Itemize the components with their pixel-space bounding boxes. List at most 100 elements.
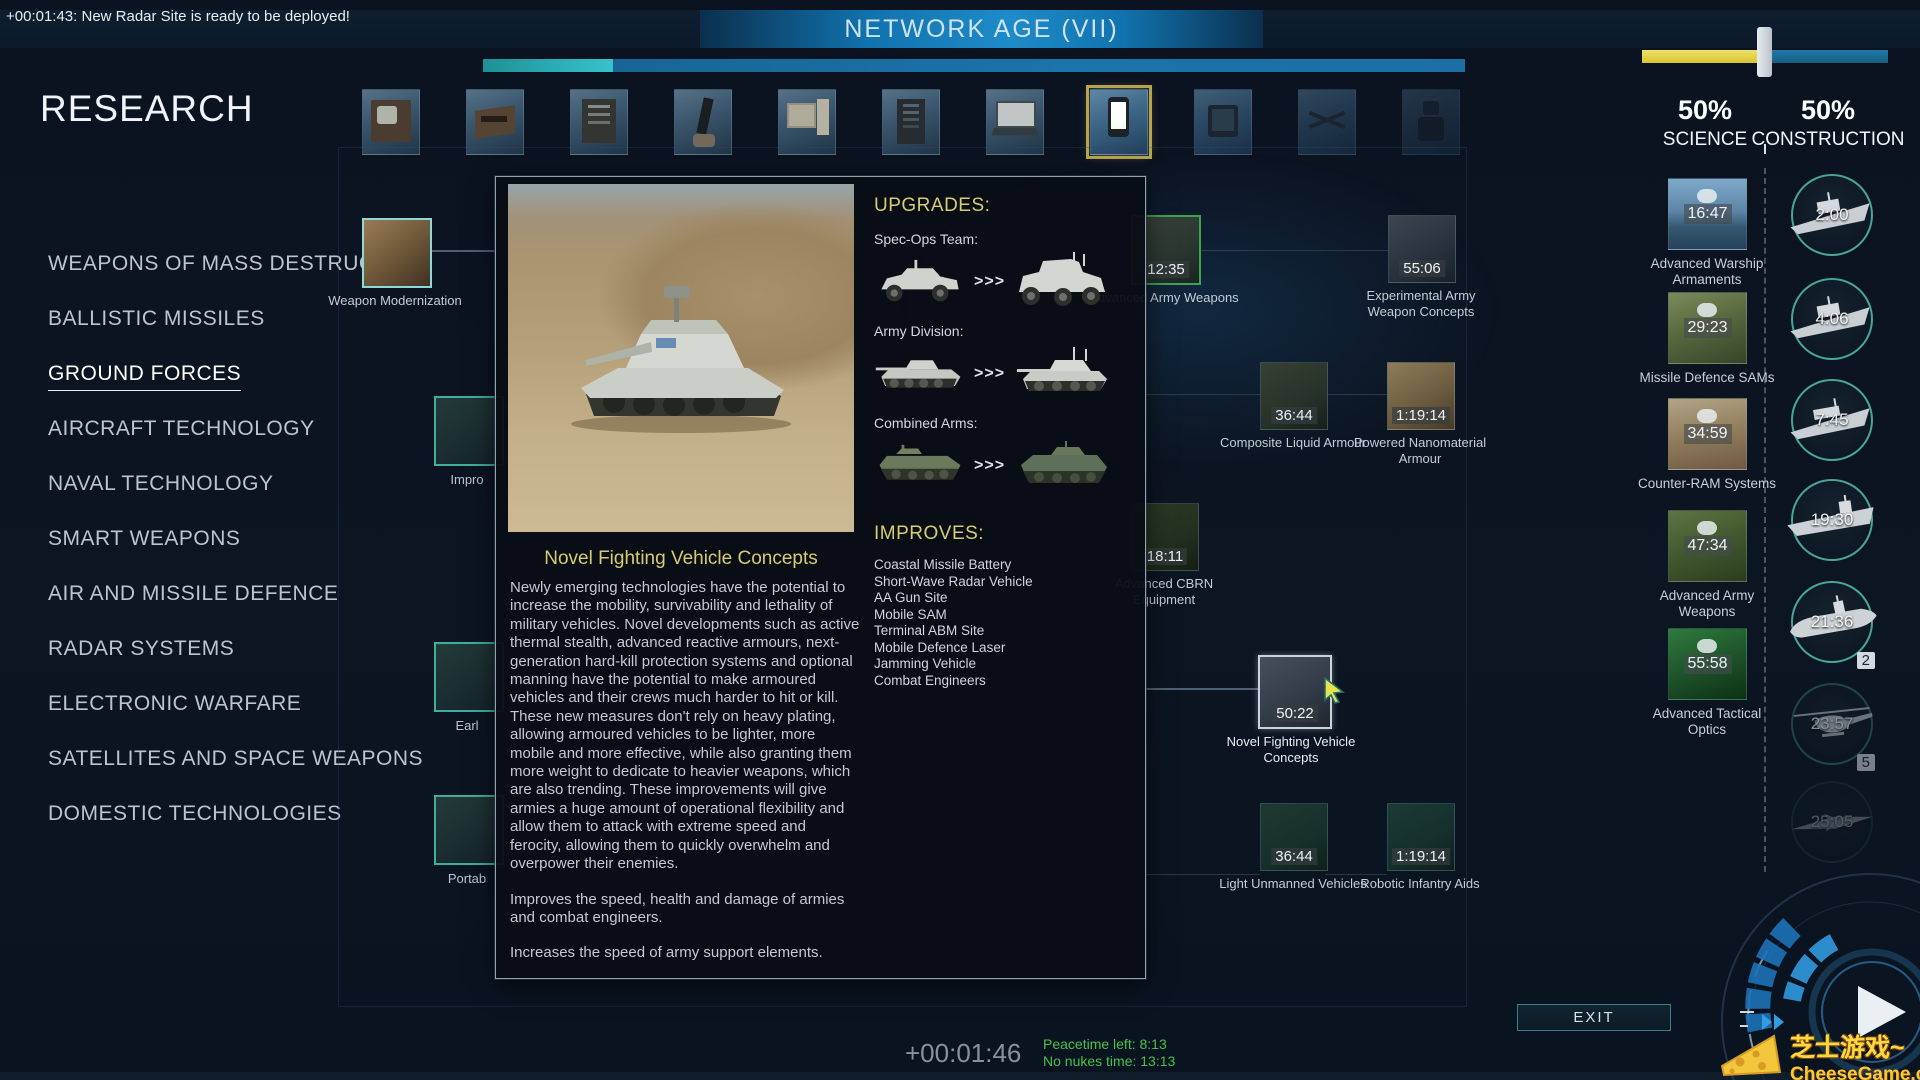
age-icon-robot[interactable] (1402, 89, 1460, 155)
humvee-icon (874, 254, 966, 310)
research-queue-item[interactable]: 55:58 Advanced Tactical Optics (1668, 628, 1745, 738)
upgrade-row-spec-ops: >>> (874, 251, 1132, 313)
tech-node-image (362, 218, 432, 288)
queue-item-image: 16:47 (1668, 178, 1747, 250)
queue-item-image: 47:34 (1668, 510, 1747, 582)
tech-node-time: 55:06 (1399, 260, 1445, 277)
queue-item-label: Advanced Tactical Optics (1622, 706, 1792, 738)
upgrade-row-label: Combined Arms: (874, 415, 1132, 431)
construction-count-badge: 5 (1857, 754, 1875, 771)
watermark-cn: 芝士游戏~ (1790, 1028, 1920, 1064)
queue-item-image: 55:58 (1668, 628, 1747, 700)
connector (430, 250, 495, 252)
queue-item-time: 29:23 (1683, 318, 1731, 338)
age-icon-tv[interactable] (362, 89, 420, 155)
construction-label: CONSTRUCTION (1748, 129, 1908, 151)
peacetime-left: Peacetime left: 8:13 (1043, 1036, 1175, 1053)
construction-time: 4:06 (1815, 309, 1848, 329)
tech-node-label: Portab (434, 871, 500, 886)
armored-truck-icon (1013, 252, 1113, 312)
research-screen: NETWORK AGE (VII) +00:01:43: New Radar S… (0, 0, 1920, 1080)
connector (1144, 688, 1258, 690)
improves-item: Jamming Vehicle (874, 656, 1132, 673)
advanced-ifv-icon (1013, 439, 1113, 493)
research-queue-item[interactable]: 34:59 Counter-RAM Systems (1668, 398, 1745, 492)
construction-count-badge: 2 (1857, 652, 1875, 669)
age-title: NETWORK AGE (VII) (844, 15, 1118, 44)
science-slider-track[interactable] (1642, 50, 1762, 63)
construction-slot-helicopter[interactable]: 23:57 5 (1791, 683, 1873, 765)
tech-node-time: 12:35 (1143, 261, 1189, 278)
tech-node-partial[interactable]: Earl (434, 642, 500, 733)
tech-node-image: 1:19:14 (1387, 362, 1455, 430)
queue-item-image: 29:23 (1668, 292, 1747, 364)
tech-node-image (434, 795, 504, 865)
research-queue-item[interactable]: 29:23 Missile Defence SAMs (1668, 292, 1745, 386)
tech-node-label: Concepts (1211, 750, 1371, 766)
tech-node-experimental-army-weapon-concepts[interactable]: 55:06 Experimental Army Weapon Concepts (1388, 215, 1454, 319)
tech-node-robotic-infantry-aids[interactable]: 1:19:14 Robotic Infantry Aids (1387, 803, 1453, 892)
tech-node-partial[interactable]: Impro (434, 396, 500, 487)
queue-item-detail (1697, 409, 1717, 423)
improves-item: Coastal Missile Battery (874, 557, 1132, 574)
tech-node-image: 55:06 (1388, 215, 1456, 283)
tank-icon (874, 349, 966, 399)
age-icon-radio-rack[interactable] (570, 89, 628, 155)
age-icon-smartphone-current[interactable] (1090, 89, 1148, 155)
construction-slot-destroyer[interactable]: 4:06 (1791, 278, 1873, 360)
construction-time: 7:45 (1815, 410, 1848, 430)
page-title: RESEARCH (40, 88, 254, 130)
age-icon-tape-recorder[interactable] (466, 89, 524, 155)
age-icon-desktop-pc[interactable] (778, 89, 836, 155)
queue-item-time: 34:59 (1683, 424, 1731, 444)
tech-tooltip-panel: Novel Fighting Vehicle Concepts Newly em… (495, 176, 1146, 979)
queue-item-time: 47:34 (1683, 536, 1731, 556)
queue-item-time: 16:47 (1683, 204, 1731, 224)
age-progress-bar (483, 59, 1465, 72)
tech-node-time: 36:44 (1271, 407, 1317, 424)
tech-node-label: Impro (434, 472, 500, 487)
age-icon-tablet[interactable] (1194, 89, 1252, 155)
tooltip-description: Newly emerging technologies have the pot… (510, 579, 860, 980)
no-nukes-time: No nukes time: 13:13 (1043, 1053, 1175, 1070)
tech-node-image: 50:22 (1258, 655, 1332, 729)
research-queue-item[interactable]: 47:34 Advanced Army Weapons (1668, 510, 1745, 620)
upgrade-arrow: >>> (974, 365, 1005, 383)
tech-node-weapon-modernization[interactable]: Weapon Modernization (362, 218, 428, 309)
improves-header: IMPROVES: (874, 523, 1132, 545)
age-icon-server[interactable] (882, 89, 940, 155)
improves-item: Combat Engineers (874, 673, 1132, 690)
upgrade-row-army-division: >>> (874, 343, 1132, 405)
construction-slot-carrier[interactable]: 19:30 (1791, 479, 1873, 561)
cheese-icon (1718, 1028, 1784, 1078)
construction-slot-destroyer[interactable]: 7:45 (1791, 379, 1873, 461)
construction-slot-destroyer[interactable]: 2:00 (1791, 174, 1873, 256)
tech-node-label: Novel Fighting Vehicle (1211, 734, 1371, 750)
connector (1325, 874, 1387, 875)
tech-node-label: Powered Nanomaterial (1340, 435, 1500, 451)
tech-node-novel-fighting-vehicle-concepts[interactable]: 50:22 Novel Fighting Vehicle Concepts (1258, 655, 1324, 765)
construction-time: 21:36 (1811, 612, 1854, 632)
tech-node-powered-nanomaterial-armour[interactable]: 1:19:14 Powered Nanomaterial Armour (1387, 362, 1453, 466)
tech-node-composite-liquid-armour[interactable]: 36:44 Composite Liquid Armour (1260, 362, 1326, 451)
improves-item: Mobile Defence Laser (874, 640, 1132, 657)
age-icon-brick-phone[interactable] (674, 89, 732, 155)
tech-node-image: 36:44 (1260, 803, 1328, 871)
mouse-cursor (1322, 676, 1348, 704)
construction-slot-submarine[interactable]: 21:36 2 (1791, 581, 1873, 663)
advanced-tank-icon (1013, 347, 1113, 401)
allocation-slider-handle[interactable] (1757, 27, 1772, 77)
construction-time: 25:05 (1811, 812, 1854, 832)
queue-item-detail (1697, 189, 1717, 203)
research-queue-item[interactable]: 16:47 Advanced Warship Armaments (1668, 178, 1745, 288)
upgrade-row-label: Spec-Ops Team: (874, 231, 1132, 247)
age-icon-drone[interactable] (1298, 89, 1356, 155)
upgrades-header: UPGRADES: (874, 195, 1132, 217)
tech-node-light-unmanned-vehicles[interactable]: 36:44 Light Unmanned Vehicles (1260, 803, 1326, 892)
tech-node-partial[interactable]: Portab (434, 795, 500, 886)
construction-slider-track[interactable] (1770, 50, 1888, 63)
tech-node-label: Weapon Concepts (1341, 304, 1501, 320)
improves-item: Mobile SAM (874, 607, 1132, 624)
age-icon-laptop[interactable] (986, 89, 1044, 155)
exit-button-label: EXIT (1573, 1009, 1614, 1026)
